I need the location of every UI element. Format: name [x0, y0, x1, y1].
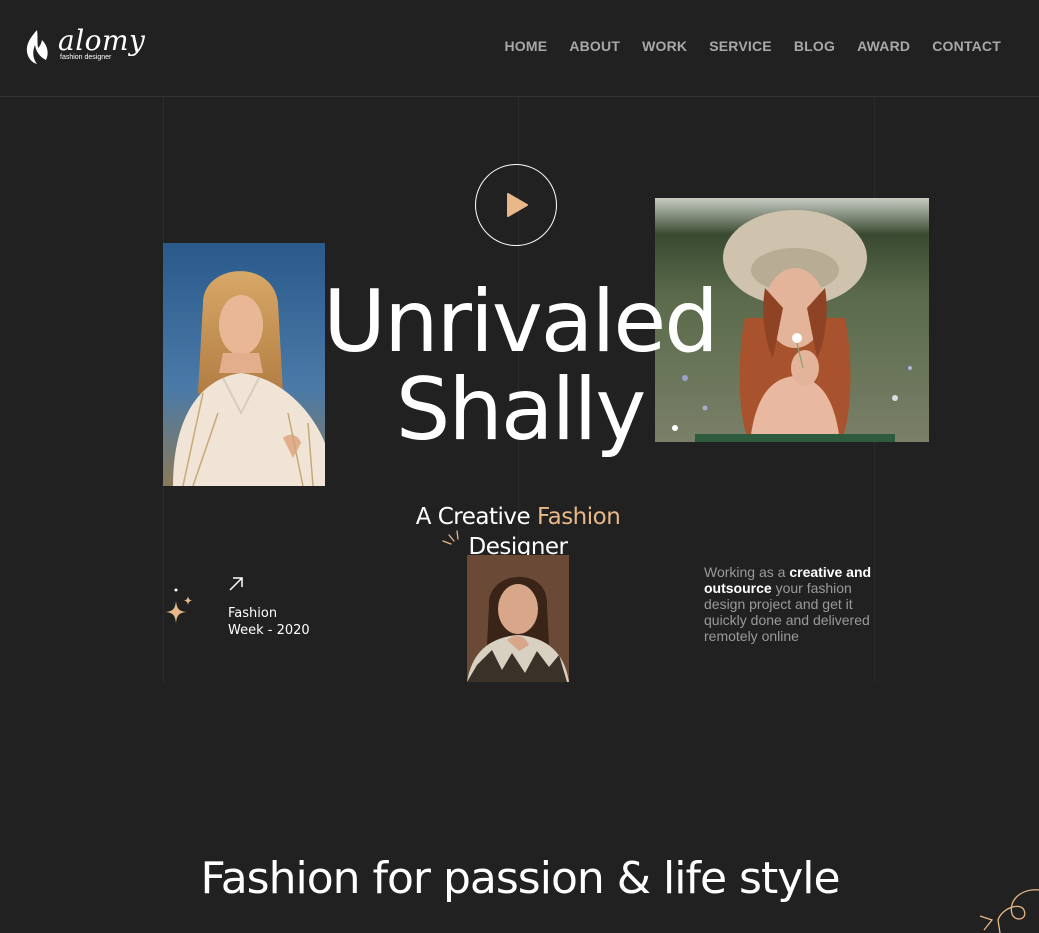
description-text: Working as a [704, 564, 790, 580]
nav-work[interactable]: WORK [642, 38, 687, 54]
nav-contact[interactable]: CONTACT [932, 38, 1001, 54]
headline-line-1: Unrivaled [323, 272, 719, 372]
main-nav: HOME ABOUT WORK SERVICE BLOG AWARD CONTA… [505, 38, 1002, 54]
swirl-arrow-icon [979, 889, 1039, 933]
nav-service[interactable]: SERVICE [709, 38, 772, 54]
hero-description: Working as a creative and outsource your… [704, 564, 884, 644]
sparkle-icon [166, 588, 192, 623]
page: alomy fashion designer HOME ABOUT WORK S… [0, 0, 1039, 933]
brand-tagline: fashion designer [60, 54, 112, 61]
hero-subtitle: A Creative Fashion Designer [380, 502, 656, 562]
model-photo-center [467, 555, 569, 682]
flame-leaf-icon [26, 30, 48, 64]
headline-line-2: Shally [395, 360, 646, 460]
subtitle-accent: Fashion [536, 504, 621, 530]
nav-about[interactable]: ABOUT [569, 38, 620, 54]
arrow-up-right-icon[interactable] [227, 575, 245, 593]
nav-award[interactable]: AWARD [857, 38, 910, 54]
section-title: Fashion for passion & life style [200, 853, 840, 904]
event-line-2: Week - 2020 [228, 623, 310, 638]
brand-name: alomy [58, 24, 146, 57]
hero-headline: Unrivaled Shally [290, 278, 750, 454]
fashion-week-label: Fashion Week - 2020 [228, 605, 328, 639]
site-header: alomy fashion designer HOME ABOUT WORK S… [0, 0, 1039, 97]
nav-blog[interactable]: BLOG [794, 38, 835, 54]
play-video-button[interactable] [475, 164, 557, 246]
nav-home[interactable]: HOME [505, 38, 548, 54]
event-line-1: Fashion [228, 606, 278, 621]
subtitle-text: A Creative [415, 504, 537, 530]
spark-lines-icon [442, 530, 459, 545]
brand-logo[interactable]: alomy fashion designer [24, 24, 145, 68]
play-icon [507, 193, 528, 217]
